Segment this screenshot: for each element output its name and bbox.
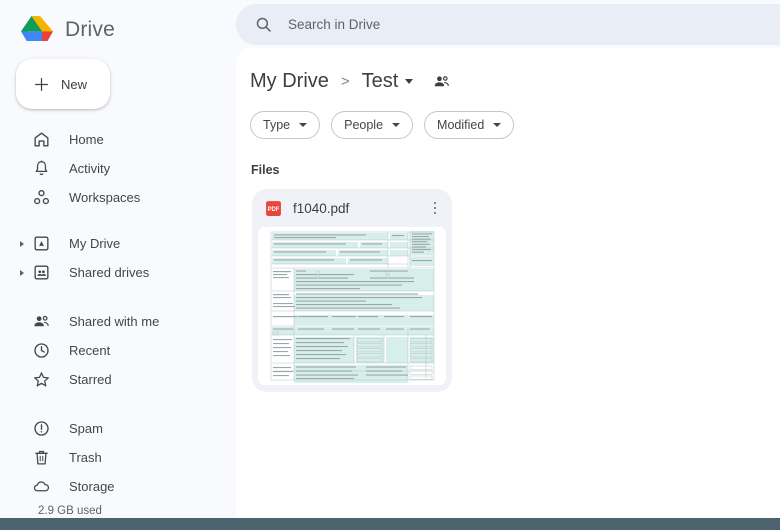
nav-group-primary: Home Activity Workspaces: [0, 125, 236, 212]
search-placeholder: Search in Drive: [288, 17, 381, 32]
trash-icon: [32, 448, 51, 467]
file-name: f1040.pdf: [293, 200, 350, 216]
drive-app-window: Drive New Home Activity Workspaces My Dr…: [0, 0, 780, 530]
chevron-down-icon: [392, 123, 401, 127]
clock-icon: [32, 341, 51, 360]
svg-text:PDF: PDF: [268, 207, 280, 213]
sidebar-item-spam[interactable]: Spam: [0, 414, 236, 443]
bottom-status-bar: [0, 518, 780, 530]
content-panel: My Drive > Test Type People Modified Fil…: [236, 48, 780, 518]
chevron-down-icon: [405, 79, 414, 84]
new-button[interactable]: New: [16, 59, 110, 109]
shared-drives-icon: [32, 263, 51, 282]
breadcrumb: My Drive > Test: [236, 48, 780, 93]
chevron-down-icon: [493, 123, 502, 127]
sidebar-label: Activity: [69, 161, 111, 176]
sidebar-item-activity[interactable]: Activity: [0, 154, 236, 183]
storage-used-label: 2.9 GB used: [38, 505, 102, 517]
irs-form-1040-preview: [258, 227, 446, 385]
sidebar-label: Home: [69, 132, 104, 147]
expand-arrow-icon[interactable]: [20, 240, 24, 247]
breadcrumb-root[interactable]: My Drive: [250, 70, 329, 93]
filter-chip-label: Modified: [437, 118, 485, 132]
sidebar-item-workspaces[interactable]: Workspaces: [0, 183, 236, 212]
nav-group-drives: My Drive Shared drives: [0, 229, 236, 287]
pdf-icon: PDF: [266, 200, 281, 216]
sidebar-item-home[interactable]: Home: [0, 125, 236, 154]
share-people-icon[interactable]: [432, 72, 451, 91]
home-icon: [32, 130, 51, 149]
sidebar-label: Recent: [69, 343, 111, 358]
sidebar-label: Shared drives: [69, 265, 150, 280]
more-vert-icon[interactable]: [427, 199, 443, 217]
files-grid: PDF f1040.pdf: [236, 177, 780, 392]
star-icon: [32, 370, 51, 389]
my-drive-icon: [32, 234, 51, 253]
sidebar-item-trash[interactable]: Trash: [0, 443, 236, 472]
file-thumbnail: [258, 227, 446, 385]
main-area: Search in Drive My Drive > Test Type Peo…: [236, 0, 780, 518]
breadcrumb-current[interactable]: Test: [362, 70, 414, 93]
sidebar-label: Trash: [69, 450, 102, 465]
file-card-header: PDF f1040.pdf: [252, 189, 452, 227]
sidebar-item-recent[interactable]: Recent: [0, 336, 236, 365]
new-button-label: New: [61, 76, 88, 92]
search-icon: [256, 17, 271, 32]
filter-chip-modified[interactable]: Modified: [424, 111, 515, 139]
sidebar-item-starred[interactable]: Starred: [0, 365, 236, 394]
plus-icon: [35, 77, 48, 91]
sidebar-label: Shared with me: [69, 314, 160, 329]
bell-icon: [32, 159, 51, 178]
filter-chip-type[interactable]: Type: [250, 111, 321, 139]
cloud-icon: [32, 477, 51, 496]
sidebar-item-storage[interactable]: Storage: [0, 472, 236, 501]
drive-logo-icon: [21, 16, 53, 41]
filter-chip-people[interactable]: People: [331, 111, 414, 139]
sidebar-item-my-drive[interactable]: My Drive: [0, 229, 236, 258]
expand-arrow-icon[interactable]: [20, 269, 24, 276]
breadcrumb-separator: >: [340, 73, 350, 90]
filter-chips: Type People Modified: [236, 93, 780, 139]
files-section-title: Files: [251, 163, 280, 177]
sidebar: Drive New Home Activity Workspaces My Dr…: [0, 0, 236, 518]
filter-chip-label: People: [344, 118, 384, 132]
sidebar-item-shared-with-me[interactable]: Shared with me: [0, 307, 236, 336]
brand-header[interactable]: Drive: [0, 0, 236, 48]
search-input[interactable]: Search in Drive: [236, 4, 780, 45]
chevron-down-icon: [299, 123, 308, 127]
file-card[interactable]: PDF f1040.pdf: [252, 189, 452, 392]
spam-icon: [32, 419, 51, 438]
nav-group-system: Spam Trash Storage 2.9 GB used: [0, 414, 236, 517]
sidebar-label: My Drive: [69, 236, 121, 251]
sidebar-label: Spam: [69, 421, 103, 436]
breadcrumb-current-label: Test: [361, 70, 399, 92]
nav-group-shared: Shared with me Recent Starred: [0, 307, 236, 394]
sidebar-label: Storage: [69, 479, 115, 494]
filter-chip-label: Type: [263, 118, 291, 132]
sidebar-label: Workspaces: [69, 190, 141, 205]
people-icon: [32, 312, 51, 331]
brand-title: Drive: [65, 18, 116, 41]
sidebar-label: Starred: [69, 372, 112, 387]
sidebar-item-shared-drives[interactable]: Shared drives: [0, 258, 236, 287]
workspaces-icon: [32, 188, 51, 207]
